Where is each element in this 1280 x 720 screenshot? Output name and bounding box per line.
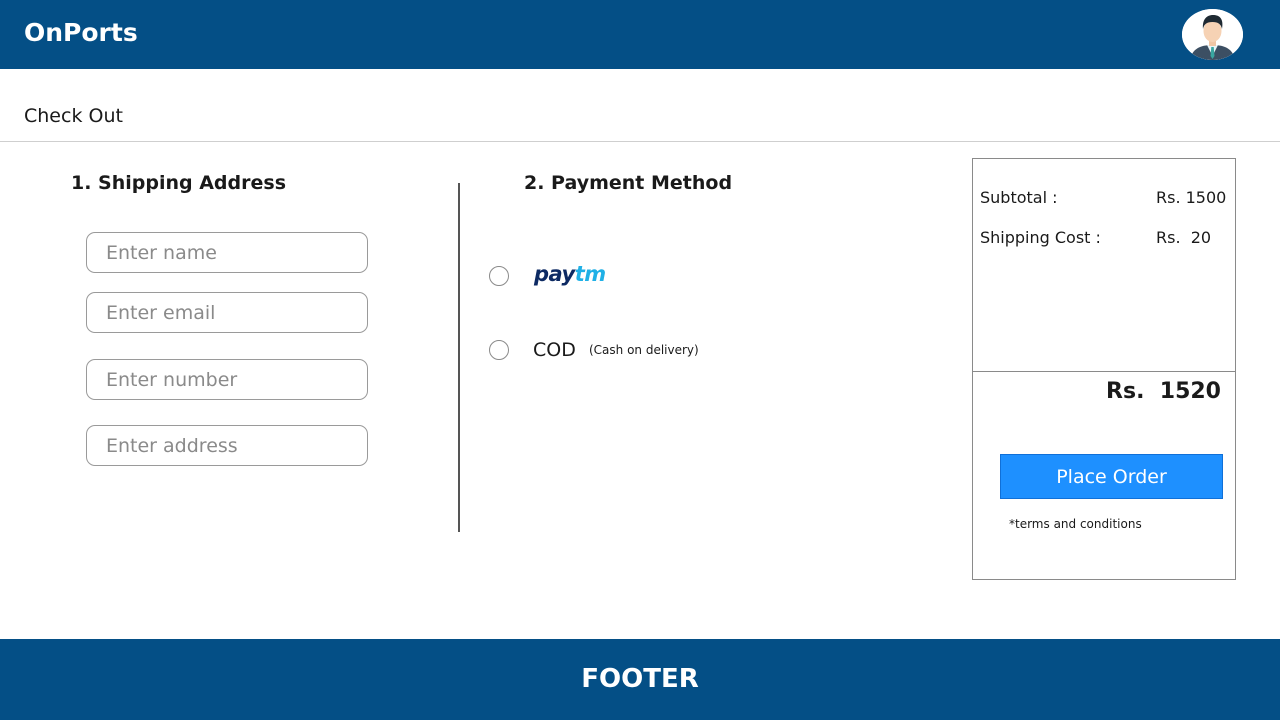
payment-method-title: 2. Payment Method <box>524 172 733 194</box>
brand-logo[interactable]: OnPorts <box>24 18 138 47</box>
paytm-logo[interactable]: paytm <box>534 262 606 286</box>
shipping-address-title: 1. Shipping Address <box>71 172 287 194</box>
paytm-radio[interactable] <box>489 266 509 286</box>
name-input[interactable] <box>86 232 368 273</box>
page-title: Check Out <box>24 105 123 127</box>
place-order-button[interactable]: Place Order <box>1000 454 1223 499</box>
cod-radio[interactable] <box>489 340 509 360</box>
shipping-cost-label: Shipping Cost : <box>980 228 1101 247</box>
cod-note: (Cash on delivery) <box>589 343 699 357</box>
phone-number-input[interactable] <box>86 359 368 400</box>
app-header: OnPorts <box>0 0 1280 69</box>
order-total: Rs. 1520 <box>1106 379 1221 404</box>
paytm-logo-part2: tm <box>574 262 606 286</box>
app-footer: FOOTER <box>0 639 1280 720</box>
terms-and-conditions-link[interactable]: *terms and conditions <box>1009 517 1142 531</box>
page-title-bar: Check Out <box>0 69 1280 142</box>
shipping-cost-value: Rs. 20 <box>1156 228 1212 247</box>
paytm-logo-part1: pay <box>534 262 575 286</box>
footer-text: FOOTER <box>581 664 699 694</box>
address-input[interactable] <box>86 425 368 466</box>
user-avatar-icon[interactable] <box>1182 9 1243 60</box>
cod-label[interactable]: COD <box>533 339 576 361</box>
summary-divider <box>973 371 1235 372</box>
order-summary-panel: Subtotal : Rs. 1500 Shipping Cost : Rs. … <box>972 158 1236 580</box>
subtotal-value: Rs. 1500 <box>1156 188 1227 207</box>
section-divider <box>458 183 460 532</box>
subtotal-label: Subtotal : <box>980 188 1058 207</box>
email-input[interactable] <box>86 292 368 333</box>
